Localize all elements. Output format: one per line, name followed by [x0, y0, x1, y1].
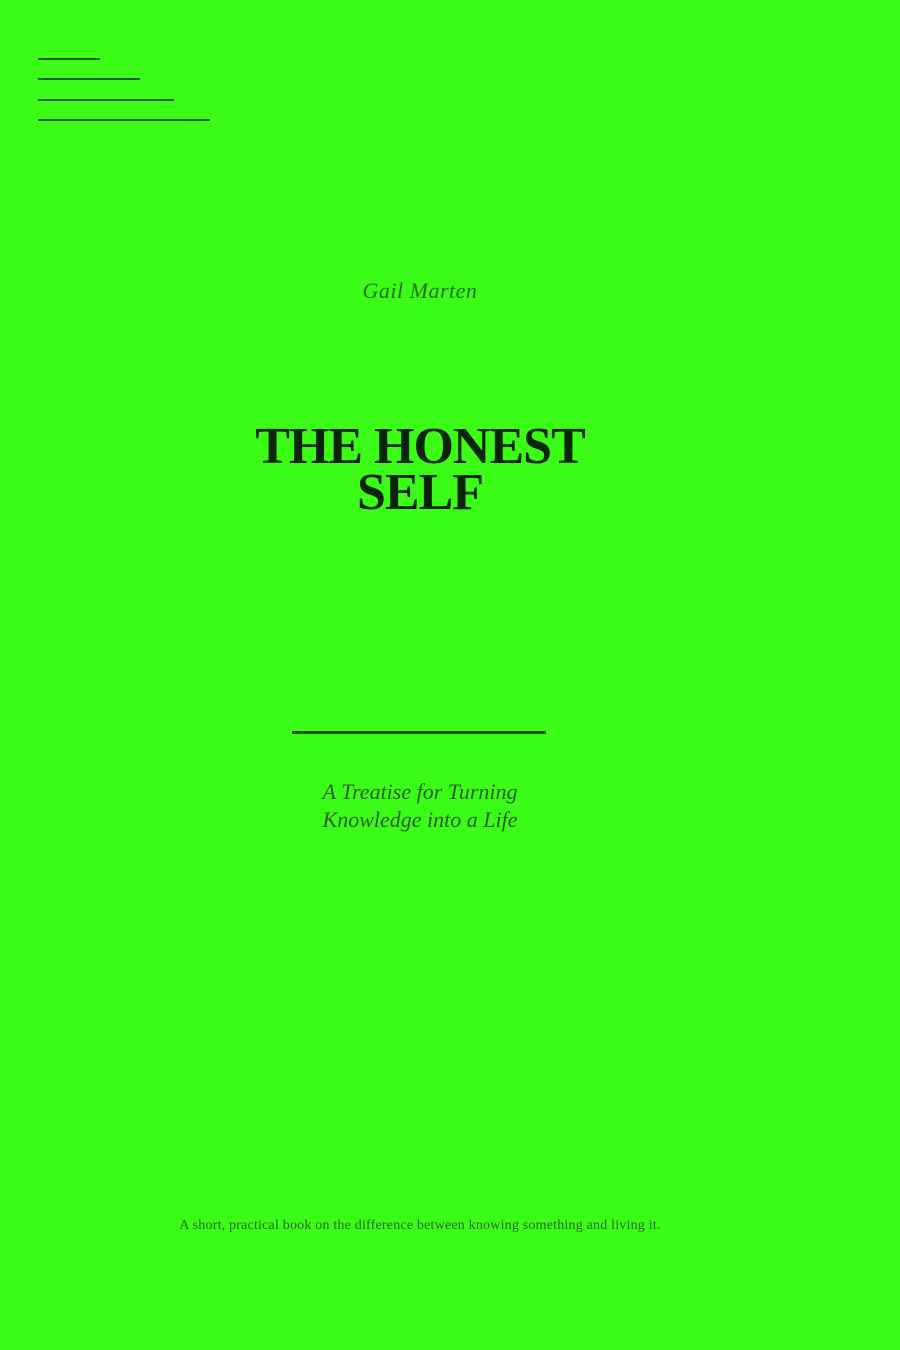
title-line-2: SELF [356, 464, 484, 521]
author-name: Gail Marten [362, 278, 478, 303]
book-title: THE HONEST SELF [0, 421, 840, 521]
subtitle-line-2: Knowledge into a Life [322, 807, 518, 832]
decorative-line [38, 119, 210, 121]
decorative-line [38, 78, 140, 80]
decorative-line [38, 99, 174, 101]
decorative-lines [38, 58, 218, 128]
book-cover: Gail Marten THE HONEST SELF A Treatise f… [0, 0, 900, 1350]
subtitle-line-1: A Treatise for Turning [322, 779, 518, 804]
divider-rule [292, 731, 546, 734]
decorative-line [38, 58, 100, 60]
book-subtitle: A Treatise for Turning Knowledge into a … [0, 778, 840, 834]
cover-blurb: A short, practical book on the differenc… [179, 1218, 661, 1233]
